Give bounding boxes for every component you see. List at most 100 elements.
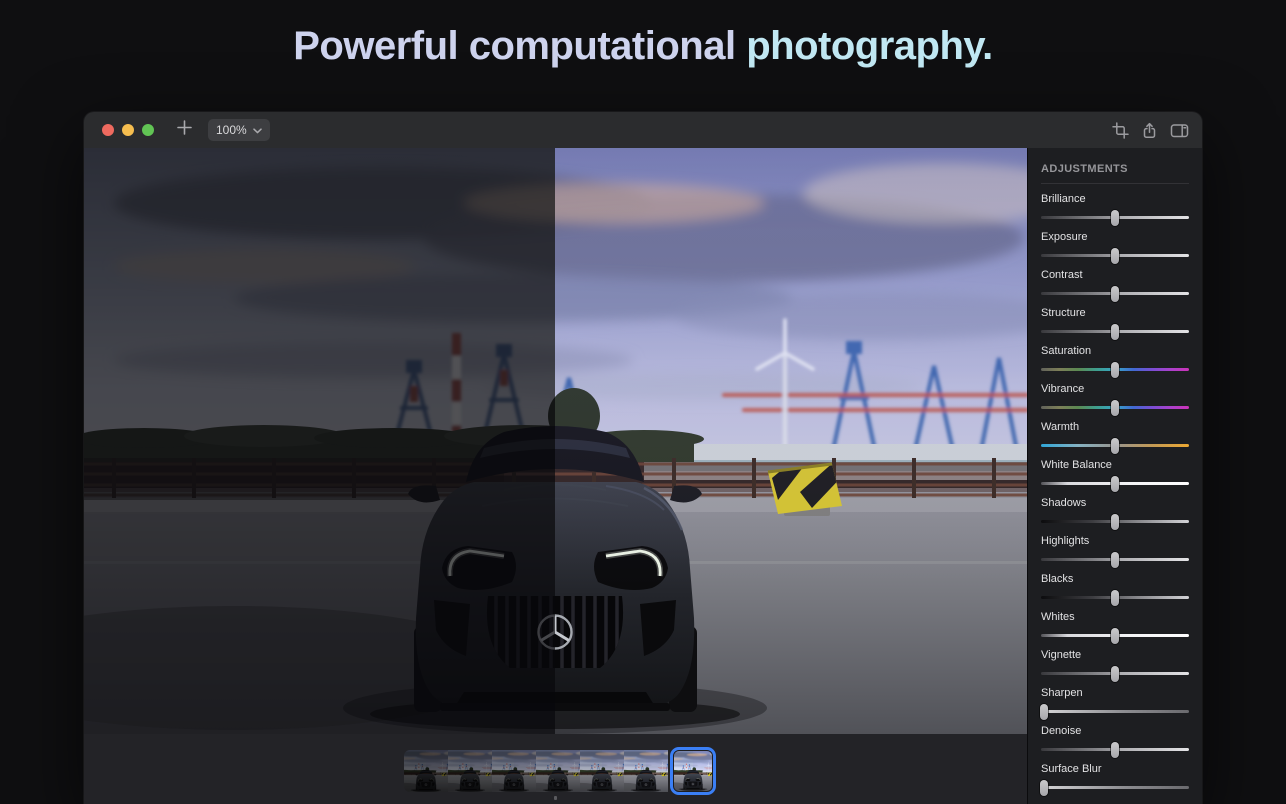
add-button[interactable] bbox=[176, 119, 193, 141]
adjustment-slider-group: Contrast bbox=[1041, 269, 1189, 302]
slider-label: Warmth bbox=[1041, 421, 1189, 433]
slider[interactable] bbox=[1041, 741, 1189, 758]
slider-thumb[interactable] bbox=[1111, 248, 1119, 264]
adjustment-slider-group: Saturation bbox=[1041, 345, 1189, 378]
page-title-main: Powerful computational bbox=[293, 24, 746, 68]
crop-icon[interactable] bbox=[1112, 122, 1129, 139]
slider-label: Structure bbox=[1041, 307, 1189, 319]
filmstrip-thumbnail[interactable] bbox=[404, 750, 448, 792]
filmstrip-thumbnail[interactable] bbox=[448, 750, 492, 792]
slider-label: Surface Blur bbox=[1041, 763, 1189, 775]
slider[interactable] bbox=[1041, 627, 1189, 644]
adjustment-slider-group: White Balance bbox=[1041, 459, 1189, 492]
slider-label: Saturation bbox=[1041, 345, 1189, 357]
slider[interactable] bbox=[1041, 513, 1189, 530]
slider[interactable] bbox=[1041, 285, 1189, 302]
slider[interactable] bbox=[1041, 247, 1189, 264]
slider-thumb[interactable] bbox=[1111, 324, 1119, 340]
slider[interactable] bbox=[1041, 361, 1189, 378]
filmstrip-bar bbox=[84, 734, 1027, 804]
slider-label: Brilliance bbox=[1041, 193, 1189, 205]
thumbnail-image bbox=[580, 750, 624, 792]
slider-label: Contrast bbox=[1041, 269, 1189, 281]
filmstrip-thumbnail[interactable] bbox=[670, 747, 716, 795]
filmstrip-thumbnail[interactable] bbox=[580, 750, 624, 792]
slider-label: White Balance bbox=[1041, 459, 1189, 471]
filmstrip-caption-mark bbox=[554, 796, 557, 800]
app-window: 100% bbox=[84, 112, 1202, 804]
slider[interactable] bbox=[1041, 437, 1189, 454]
slider[interactable] bbox=[1041, 779, 1189, 796]
slider[interactable] bbox=[1041, 703, 1189, 720]
sidebar-toggle-icon[interactable] bbox=[1170, 122, 1189, 139]
slider[interactable] bbox=[1041, 475, 1189, 492]
traffic-light-zoom[interactable] bbox=[142, 124, 154, 136]
adjustments-title: ADJUSTMENTS bbox=[1041, 163, 1189, 175]
slider-thumb[interactable] bbox=[1111, 210, 1119, 226]
traffic-light-close[interactable] bbox=[102, 124, 114, 136]
share-icon[interactable] bbox=[1141, 122, 1158, 139]
slider-label: Blacks bbox=[1041, 573, 1189, 585]
slider-thumb[interactable] bbox=[1111, 552, 1119, 568]
slider[interactable] bbox=[1041, 665, 1189, 682]
adjustment-slider-group: Highlights bbox=[1041, 535, 1189, 568]
slider-track[interactable] bbox=[1041, 710, 1189, 713]
slider-thumb[interactable] bbox=[1111, 666, 1119, 682]
app-root: Powerful computational photography. 100% bbox=[0, 0, 1286, 804]
thumbnail-image bbox=[624, 750, 668, 792]
window-titlebar: 100% bbox=[84, 112, 1202, 148]
page-title: Powerful computational photography. bbox=[0, 24, 1286, 69]
slider-label: Whites bbox=[1041, 611, 1189, 623]
filmstrip-thumbnail[interactable] bbox=[536, 750, 580, 792]
slider-track[interactable] bbox=[1041, 786, 1189, 789]
adjustment-slider-group: Vignette bbox=[1041, 649, 1189, 682]
adjustment-slider-group: Surface Blur bbox=[1041, 763, 1189, 796]
adjustment-slider-group: Sharpen bbox=[1041, 687, 1189, 720]
thumbnail-image bbox=[674, 751, 712, 791]
slider-thumb[interactable] bbox=[1111, 362, 1119, 378]
slider[interactable] bbox=[1041, 209, 1189, 226]
slider-thumb[interactable] bbox=[1111, 476, 1119, 492]
slider-thumb[interactable] bbox=[1040, 704, 1048, 720]
thumbnail-image bbox=[448, 750, 492, 792]
adjustments-sidebar: ADJUSTMENTS Brilliance Exposure Contrast… bbox=[1027, 148, 1202, 804]
slider[interactable] bbox=[1041, 323, 1189, 340]
slider-label: Exposure bbox=[1041, 231, 1189, 243]
zoom-level-value: 100% bbox=[216, 123, 247, 137]
adjustment-slider-group: Shadows bbox=[1041, 497, 1189, 530]
filmstrip-thumbnail[interactable] bbox=[624, 750, 668, 792]
slider-thumb[interactable] bbox=[1111, 514, 1119, 530]
titlebar-right-tools bbox=[1112, 112, 1189, 148]
adjustment-slider-group: Vibrance bbox=[1041, 383, 1189, 416]
slider-thumb[interactable] bbox=[1111, 590, 1119, 606]
slider-thumb[interactable] bbox=[1111, 628, 1119, 644]
slider-thumb[interactable] bbox=[1111, 400, 1119, 416]
slider-thumb[interactable] bbox=[1040, 780, 1048, 796]
traffic-lights bbox=[102, 124, 154, 136]
adjustment-slider-group: Exposure bbox=[1041, 231, 1189, 264]
adjustment-slider-group: Structure bbox=[1041, 307, 1189, 340]
slider[interactable] bbox=[1041, 399, 1189, 416]
plus-icon bbox=[176, 119, 193, 141]
traffic-light-minimize[interactable] bbox=[122, 124, 134, 136]
slider[interactable] bbox=[1041, 589, 1189, 606]
slider-label: Shadows bbox=[1041, 497, 1189, 509]
page-title-accent: photography. bbox=[746, 24, 993, 68]
filmstrip-thumbnails bbox=[404, 747, 716, 795]
canvas-area bbox=[84, 148, 1027, 804]
zoom-level-button[interactable]: 100% bbox=[208, 119, 270, 141]
adjustments-list: Brilliance Exposure Contrast Structure S… bbox=[1041, 184, 1189, 796]
photo-compare-view[interactable] bbox=[84, 148, 1027, 734]
slider-label: Sharpen bbox=[1041, 687, 1189, 699]
thumbnail-image bbox=[492, 750, 536, 792]
thumbnail-image bbox=[404, 750, 448, 792]
slider-label: Vibrance bbox=[1041, 383, 1189, 395]
slider-thumb[interactable] bbox=[1111, 742, 1119, 758]
slider-thumb[interactable] bbox=[1111, 438, 1119, 454]
filmstrip-thumbnail[interactable] bbox=[492, 750, 536, 792]
window-content: ADJUSTMENTS Brilliance Exposure Contrast… bbox=[84, 148, 1202, 804]
slider-label: Highlights bbox=[1041, 535, 1189, 547]
slider[interactable] bbox=[1041, 551, 1189, 568]
adjustment-slider-group: Blacks bbox=[1041, 573, 1189, 606]
slider-thumb[interactable] bbox=[1111, 286, 1119, 302]
